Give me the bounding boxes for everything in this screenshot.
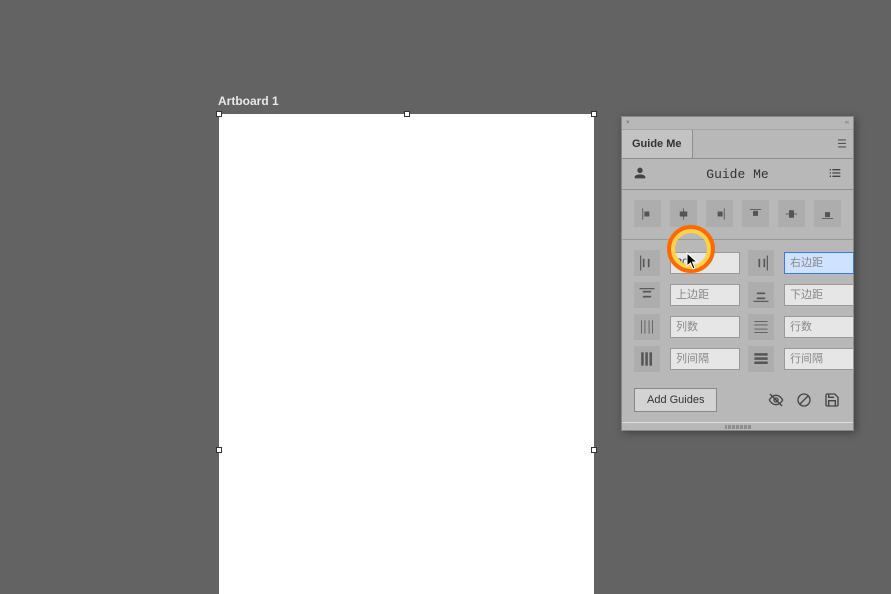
align-right-button[interactable] — [706, 200, 733, 227]
tab-guide-me[interactable]: Guide Me — [622, 130, 693, 158]
align-hcenter-button[interactable] — [670, 200, 697, 227]
top-margin-icon — [634, 282, 660, 308]
panel-header: Guide Me — [622, 159, 853, 190]
panel-chrome[interactable]: × ‹‹ — [622, 117, 853, 130]
artboard-label: Artboard 1 — [218, 94, 279, 108]
top-margin-input[interactable] — [670, 284, 740, 306]
right-margin-icon — [748, 250, 774, 276]
rows-icon — [748, 314, 774, 340]
panel-title: Guide Me — [648, 167, 827, 182]
bottom-margin-input[interactable] — [784, 284, 854, 306]
close-icon[interactable]: × — [626, 120, 630, 126]
align-vcenter-button[interactable] — [778, 200, 805, 227]
columns-icon — [634, 314, 660, 340]
right-margin-input[interactable] — [784, 252, 854, 274]
resize-handle[interactable] — [216, 447, 222, 453]
user-icon[interactable] — [632, 165, 648, 184]
left-margin-icon — [634, 250, 660, 276]
bottom-margin-icon — [748, 282, 774, 308]
action-row: Add Guides — [622, 382, 853, 422]
align-left-button[interactable] — [634, 200, 661, 227]
row-gutter-input[interactable] — [784, 348, 854, 370]
visibility-icon[interactable] — [767, 391, 785, 409]
row-gutter-icon — [748, 346, 774, 372]
align-bottom-button[interactable] — [814, 200, 841, 227]
align-top-button[interactable] — [742, 200, 769, 227]
quick-align-row — [622, 190, 853, 240]
add-guides-button[interactable]: Add Guides — [634, 388, 717, 412]
guide-me-panel: × ‹‹ Guide Me ☰ Guide Me — [621, 116, 854, 431]
panel-menu-icon[interactable]: ☰ — [837, 138, 847, 151]
clear-icon[interactable] — [795, 391, 813, 409]
resize-handle[interactable] — [404, 111, 410, 117]
guide-controls — [622, 240, 853, 382]
panel-tabs: Guide Me ☰ — [622, 130, 853, 159]
left-margin-input[interactable] — [670, 252, 740, 274]
col-gutter-icon — [634, 346, 660, 372]
panel-resize-grip[interactable] — [622, 422, 853, 430]
list-icon[interactable] — [827, 165, 843, 184]
resize-handle[interactable] — [216, 111, 222, 117]
save-icon[interactable] — [823, 391, 841, 409]
columns-input[interactable] — [670, 316, 740, 338]
artboard[interactable] — [219, 114, 594, 594]
collapse-icon[interactable]: ‹‹ — [845, 120, 849, 126]
resize-handle[interactable] — [591, 447, 597, 453]
col-gutter-input[interactable] — [670, 348, 740, 370]
rows-input[interactable] — [784, 316, 854, 338]
resize-handle[interactable] — [591, 111, 597, 117]
